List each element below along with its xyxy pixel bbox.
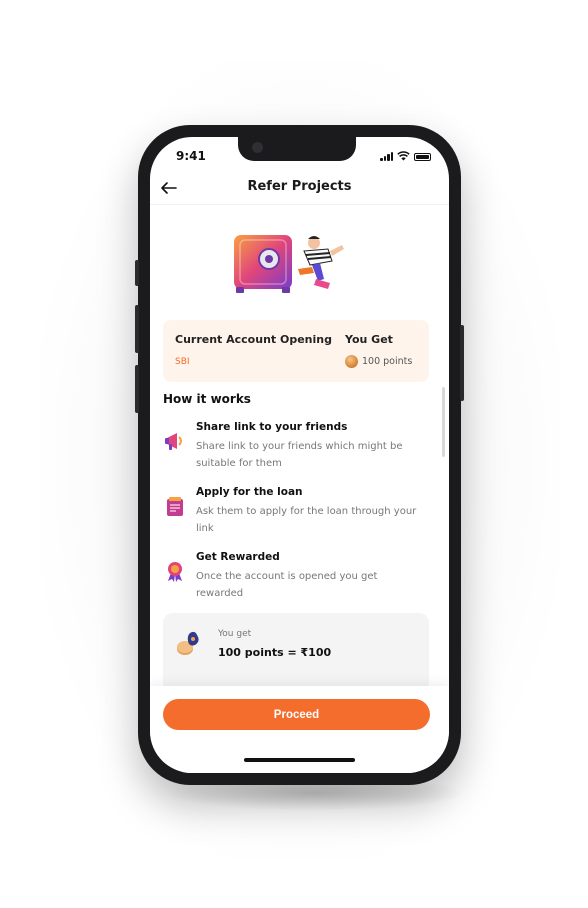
step-description: Once the account is opened you get rewar… (196, 571, 378, 599)
scrollbar[interactable] (442, 387, 445, 457)
battery-icon (414, 153, 431, 161)
volume-down-button (135, 365, 139, 413)
proceed-button[interactable]: Proceed (163, 699, 430, 730)
step-item: Share link to your friends Share link to… (163, 421, 429, 471)
app-header: Refer Projects (150, 175, 449, 205)
status-icons (380, 151, 431, 161)
money-bag-icon (177, 631, 199, 655)
step-title: Apply for the loan (196, 486, 303, 498)
offer-card: Current Account Opening SBI You Get 100 … (163, 320, 429, 382)
safe-illustration-icon (234, 235, 344, 293)
status-time: 9:41 (176, 149, 206, 163)
notch (238, 137, 356, 161)
power-button (460, 325, 464, 401)
reward-value: 100 points = ₹100 (218, 646, 332, 659)
section-title: How it works (163, 392, 251, 406)
front-camera (252, 142, 263, 153)
application-form-icon (167, 497, 183, 516)
reward-label: You get (218, 629, 252, 639)
bottom-action-bar: Proceed (150, 686, 449, 773)
step-description: Ask them to apply for the loan through y… (196, 506, 417, 534)
cellular-signal-icon (380, 152, 393, 161)
you-get-label: You Get (345, 333, 393, 346)
megaphone-icon (165, 433, 182, 450)
mute-switch (135, 260, 139, 286)
step-item: Get Rewarded Once the account is opened … (163, 551, 429, 601)
points-value: 100 points (345, 355, 412, 368)
page-title: Refer Projects (247, 179, 352, 194)
points-text: 100 points (362, 356, 413, 367)
phone-screen: 9:41 Refer Projects Current Account Open… (150, 137, 449, 773)
step-title: Get Rewarded (196, 551, 280, 563)
reward-badge-icon (168, 562, 182, 582)
reward-card: You get 100 points = ₹100 (163, 613, 429, 693)
offer-name: Current Account Opening (175, 333, 332, 346)
volume-up-button (135, 305, 139, 353)
step-item: Apply for the loan Ask them to apply for… (163, 486, 429, 536)
coin-icon (345, 355, 358, 368)
step-description: Share link to your friends which might b… (196, 441, 403, 469)
wifi-icon (397, 151, 410, 161)
step-title: Share link to your friends (196, 421, 348, 433)
bank-name: SBI (175, 357, 190, 367)
home-indicator[interactable] (244, 758, 355, 762)
